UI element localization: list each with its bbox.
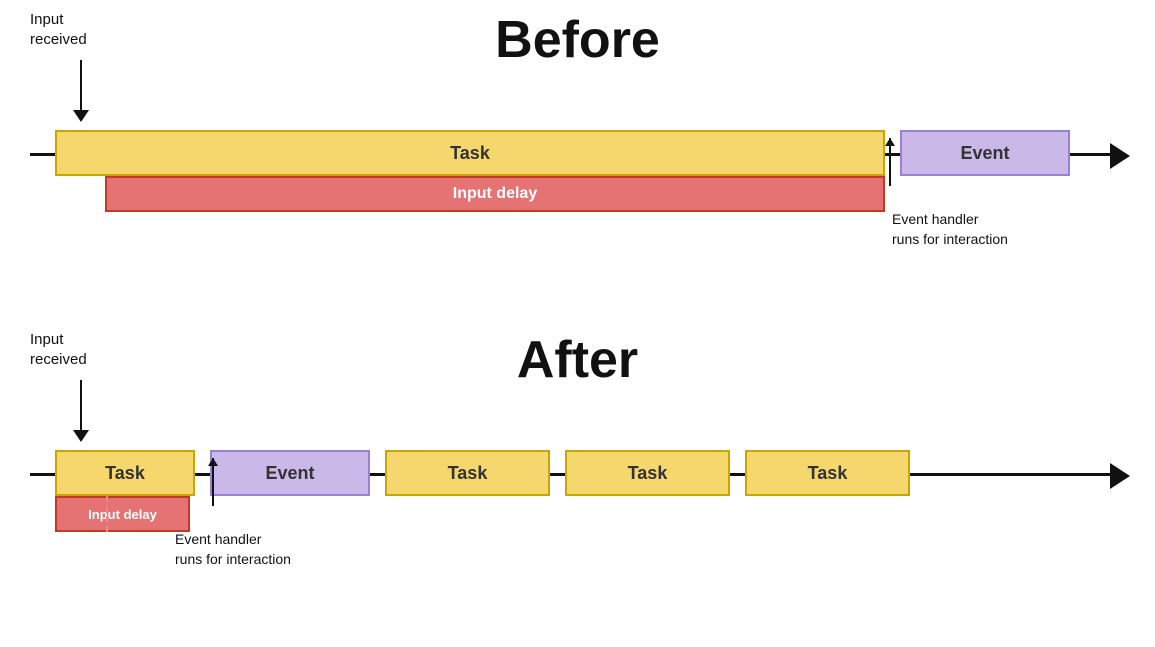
after-task-bar-1: Task: [55, 450, 195, 496]
before-event-handler-arrow-svg: [882, 138, 898, 196]
after-input-received-label: Inputreceived: [30, 330, 87, 369]
before-event-handler-arrow-container: [882, 138, 898, 201]
after-task-bar-4: Task: [745, 450, 910, 496]
after-event-bar: Event: [210, 450, 370, 496]
after-section: After Inputreceived Task Event Task Task…: [0, 320, 1155, 647]
after-arrow-head: [73, 430, 89, 442]
after-dotted-line: [106, 496, 108, 532]
after-timeline-arrow: [1110, 463, 1130, 489]
after-event-handler-arrow-svg: [205, 458, 221, 516]
after-input-received-arrow: [73, 380, 89, 442]
after-task-bar-2: Task: [385, 450, 550, 496]
after-input-delay-bar: Input delay: [55, 496, 190, 532]
before-input-delay-bar: Input delay: [105, 176, 885, 212]
before-timeline-arrow: [1110, 143, 1130, 169]
before-event-handler-label: Event handlerruns for interaction: [892, 210, 1008, 249]
before-input-received-arrow: [73, 60, 89, 122]
after-event-handler-label: Event handlerruns for interaction: [175, 530, 291, 569]
after-title: After: [0, 330, 1155, 390]
before-task-bar: Task: [55, 130, 885, 176]
after-arrow-line: [80, 380, 82, 430]
after-event-handler-arrow-container: [205, 458, 221, 521]
before-title: Before: [0, 10, 1155, 70]
before-event-bar: Event: [900, 130, 1070, 176]
before-section: Before Inputreceived Task Event Input de…: [0, 0, 1155, 310]
after-task-bar-3: Task: [565, 450, 730, 496]
before-input-received-label: Inputreceived: [30, 10, 87, 49]
